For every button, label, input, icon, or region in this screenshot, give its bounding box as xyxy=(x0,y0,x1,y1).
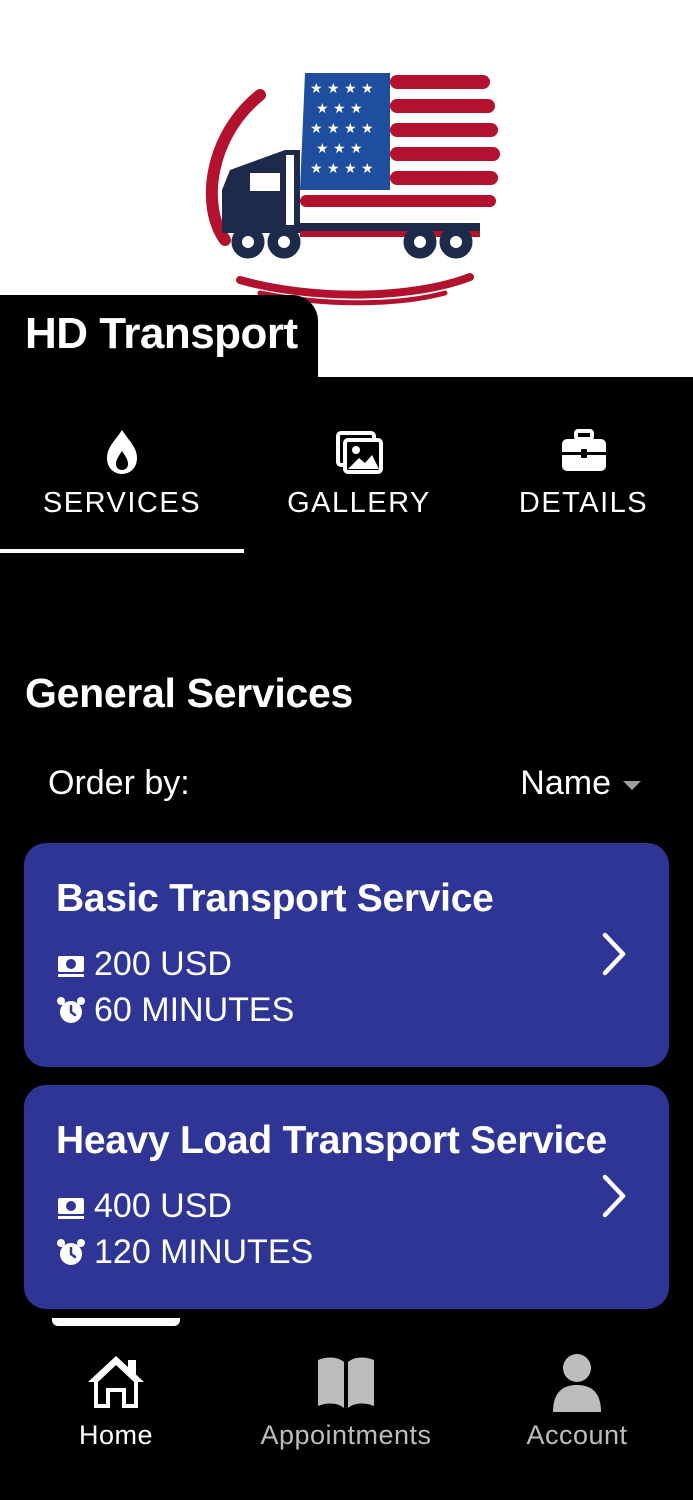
service-name: Basic Transport Service xyxy=(56,877,494,920)
image-icon xyxy=(336,431,383,474)
alarm-clock-icon xyxy=(57,1238,85,1265)
tab-services[interactable]: SERVICES xyxy=(0,427,244,547)
nav-home-label: Home xyxy=(78,1420,154,1450)
tab-selected-indicator xyxy=(0,549,244,553)
nav-account[interactable]: Account xyxy=(507,1352,647,1451)
service-price: 200 USD xyxy=(94,945,232,983)
nav-active-indicator xyxy=(52,1318,180,1326)
svg-text:★ ★ ★: ★ ★ ★ xyxy=(316,141,363,157)
chevron-right-icon xyxy=(602,1174,626,1218)
service-price-row: 400 USD xyxy=(56,1187,232,1226)
nav-account-label: Account xyxy=(526,1420,628,1450)
service-name: Heavy Load Transport Service xyxy=(56,1119,607,1162)
nav-appointments[interactable]: Appointments xyxy=(236,1352,456,1451)
service-duration-row: 120 MINUTES xyxy=(56,1233,313,1272)
tab-services-label: SERVICES xyxy=(42,487,202,519)
service-card[interactable]: Basic Transport Service 200 USD 60 MINUT… xyxy=(24,843,669,1067)
svg-text:★ ★ ★ ★: ★ ★ ★ ★ xyxy=(310,121,374,137)
chevron-right-icon xyxy=(602,932,626,976)
tab-gallery[interactable]: GALLERY xyxy=(244,427,474,547)
service-duration-row: 60 MINUTES xyxy=(56,991,294,1030)
money-icon xyxy=(58,1197,84,1219)
order-by-dropdown[interactable]: Name xyxy=(520,764,641,803)
truck-flag-logo-icon: ★ ★ ★ ★ ★ ★ ★ ★ ★ ★ ★ ★ ★ ★ ★ ★ ★ ★ xyxy=(205,73,500,306)
order-by-label: Order by: xyxy=(48,764,190,802)
svg-text:★ ★ ★ ★: ★ ★ ★ ★ xyxy=(310,161,374,177)
business-name: HD Transport xyxy=(25,309,298,358)
service-card[interactable]: Heavy Load Transport Service 400 USD 120… xyxy=(24,1085,669,1309)
briefcase-icon xyxy=(561,429,606,471)
nav-appointments-label: Appointments xyxy=(260,1420,432,1450)
tab-details[interactable]: DETAILS xyxy=(474,427,693,547)
tab-gallery-label: GALLERY xyxy=(287,487,431,519)
money-icon xyxy=(58,955,84,977)
svg-text:★ ★ ★ ★: ★ ★ ★ ★ xyxy=(310,81,374,97)
home-icon xyxy=(88,1356,144,1408)
chevron-down-icon xyxy=(623,781,641,790)
section-title: General Services xyxy=(25,670,353,716)
tab-bar: SERVICES GALLERY DETAILS xyxy=(0,377,693,553)
service-price: 400 USD xyxy=(94,1187,232,1225)
service-price-row: 200 USD xyxy=(56,945,232,984)
svg-text:★ ★ ★: ★ ★ ★ xyxy=(316,101,363,117)
service-duration: 120 MINUTES xyxy=(94,1233,314,1271)
book-icon xyxy=(318,1357,374,1408)
order-by-value: Name xyxy=(520,764,611,802)
service-duration: 60 MINUTES xyxy=(94,991,295,1029)
business-logo: ★ ★ ★ ★ ★ ★ ★ ★ ★ ★ ★ ★ ★ ★ ★ ★ ★ ★ xyxy=(200,55,510,325)
nav-home[interactable]: Home xyxy=(52,1352,180,1451)
user-icon xyxy=(553,1354,601,1412)
alarm-clock-icon xyxy=(57,996,85,1023)
tab-details-label: DETAILS xyxy=(518,487,649,519)
header-banner: ★ ★ ★ ★ ★ ★ ★ ★ ★ ★ ★ ★ ★ ★ ★ ★ ★ ★ HD T… xyxy=(0,0,693,377)
fire-icon xyxy=(107,430,137,474)
